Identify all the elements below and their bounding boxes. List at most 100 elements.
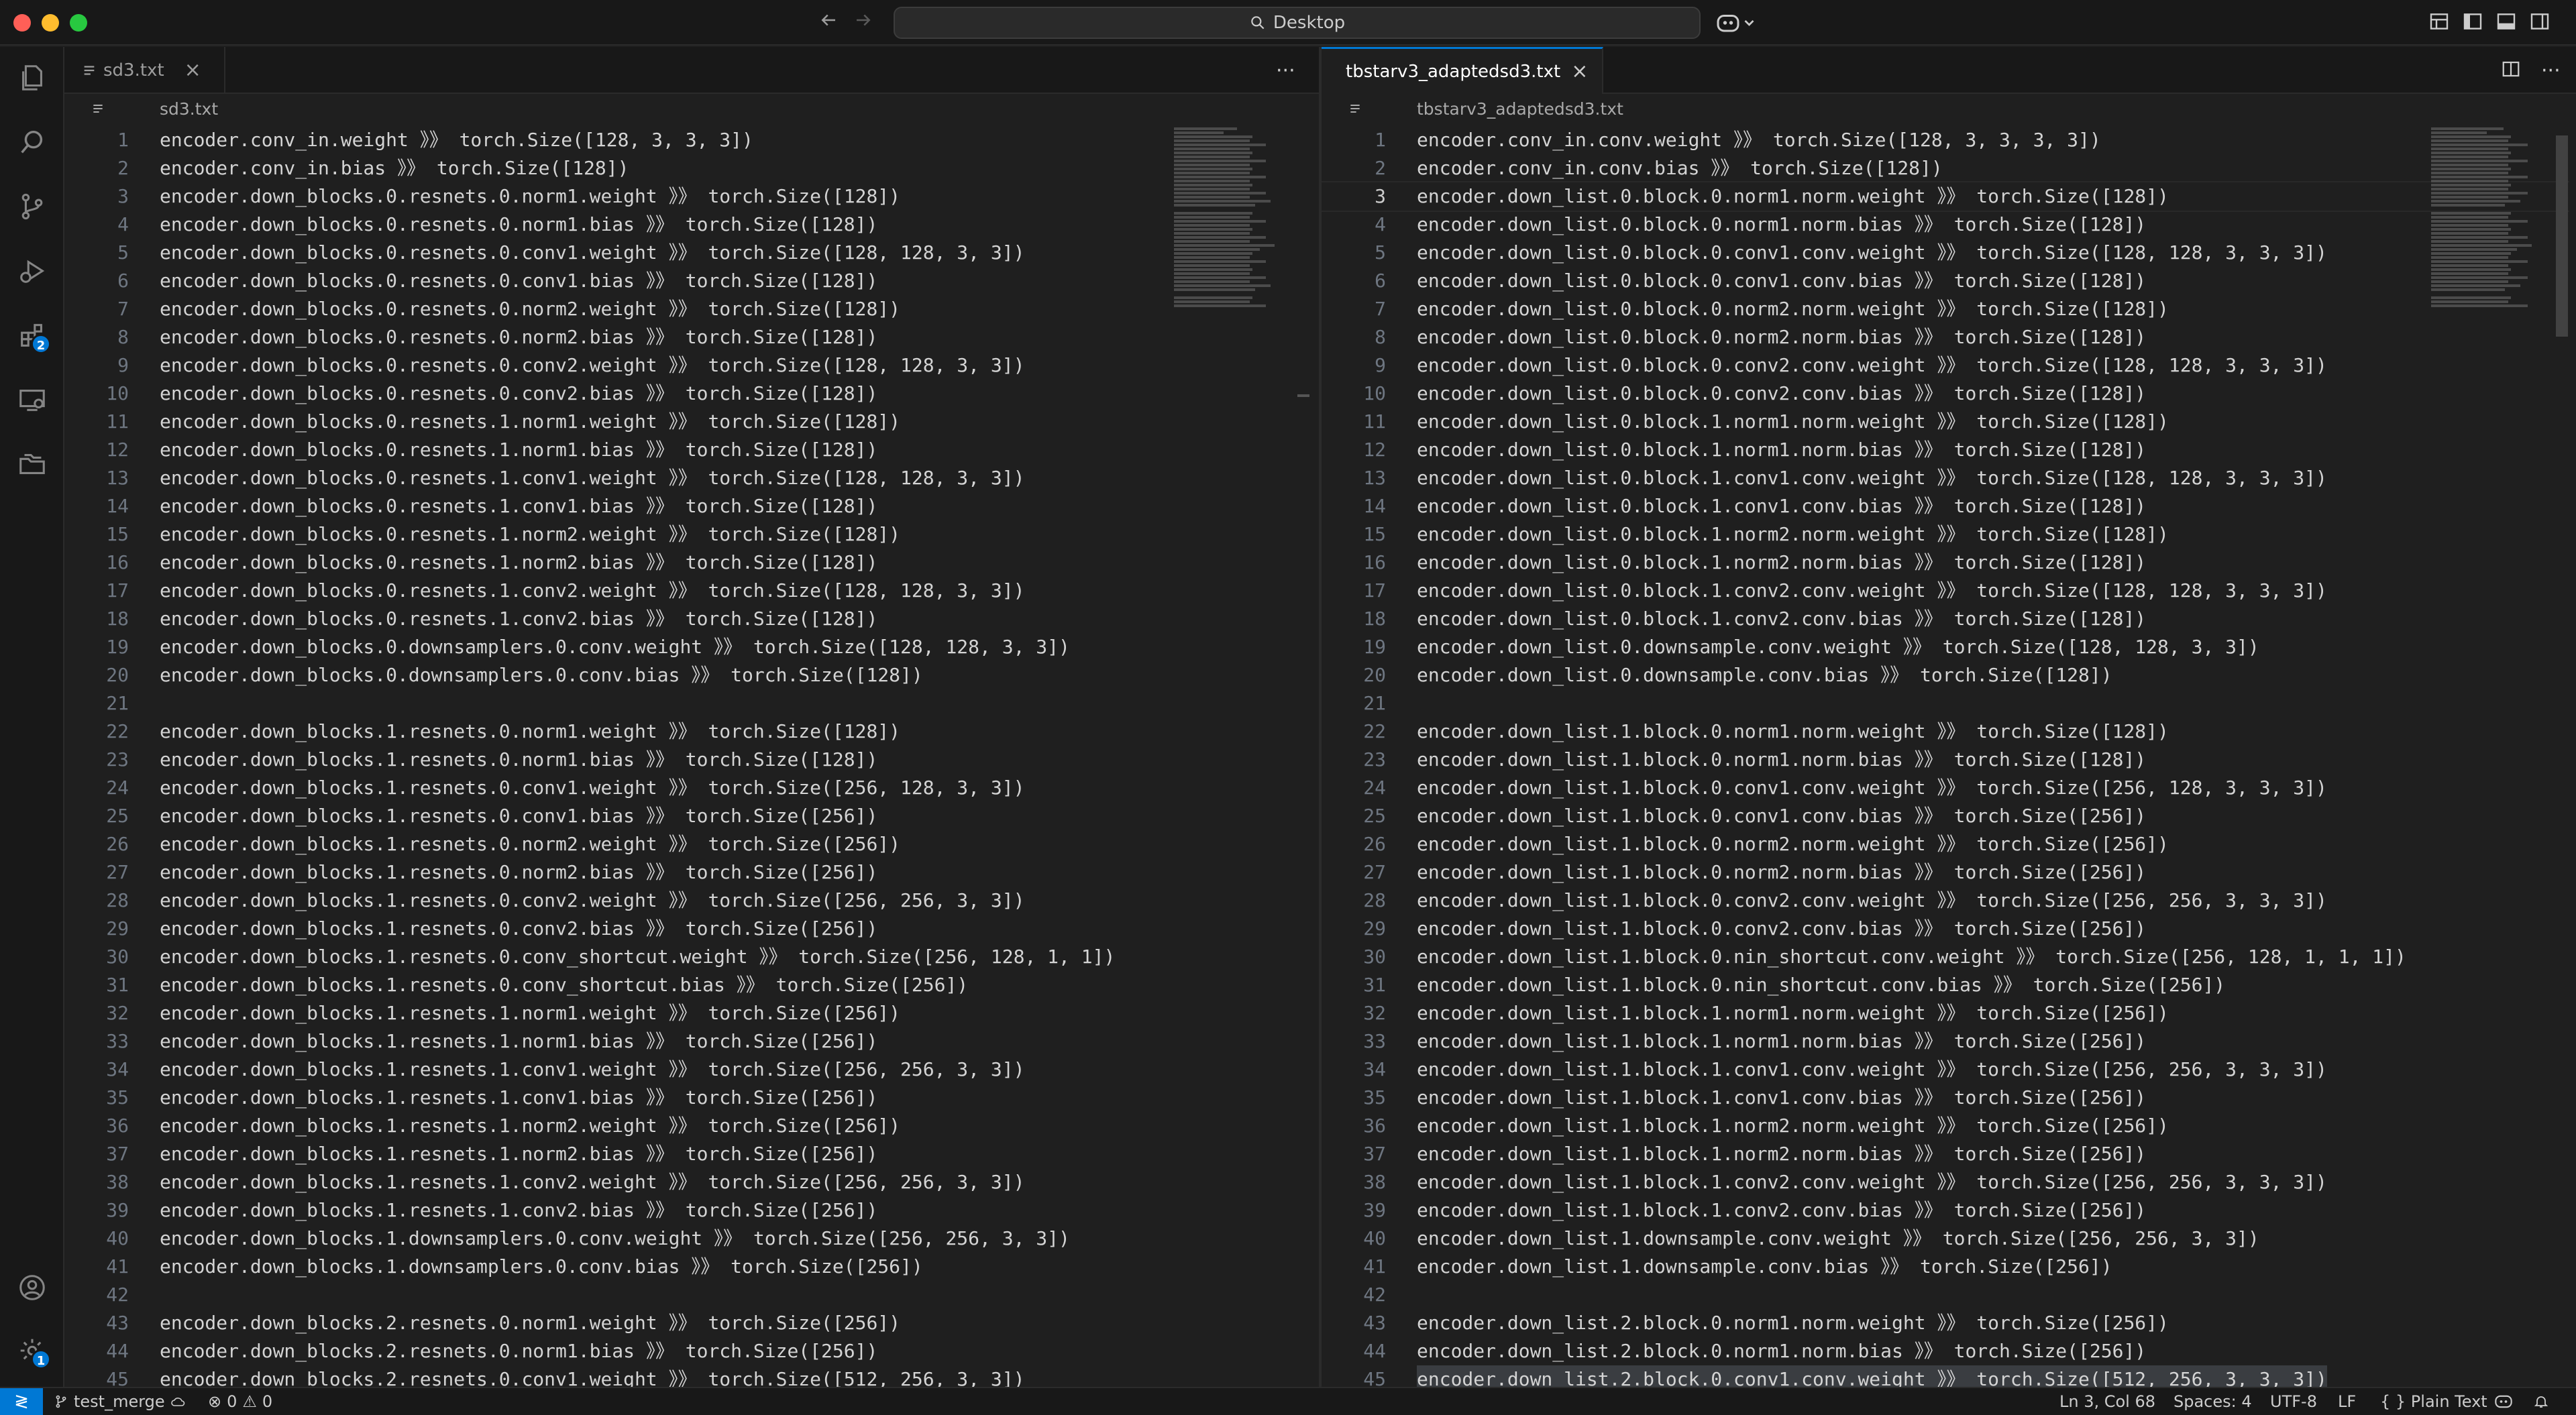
code-line[interactable]: 35 encoder.down_list.1.block.1.conv1.conv…	[1322, 1084, 2569, 1112]
code-line[interactable]: 15 encoder.down_list.0.block.1.norm2.norm…	[1322, 520, 2569, 549]
code-line[interactable]: 15 encoder.down_blocks.0.resnets.1.norm2.…	[64, 520, 1312, 549]
code-line[interactable]: 30 encoder.down_blocks.1.resnets.0.conv_s…	[64, 943, 1312, 971]
code-line[interactable]: 3 encoder.down_list.0.block.0.norm1.norm.…	[1322, 181, 2569, 212]
minimap-left[interactable]	[1174, 126, 1288, 1387]
code-line[interactable]: 7 encoder.down_list.0.block.0.norm2.norm.…	[1322, 295, 2569, 323]
code-line[interactable]: 42	[64, 1281, 1312, 1309]
code-line[interactable]: 30 encoder.down_list.1.block.0.nin_shortc…	[1322, 943, 2569, 971]
code-line[interactable]: 7 encoder.down_blocks.0.resnets.0.norm2.w…	[64, 295, 1312, 323]
code-line[interactable]: 19 encoder.down_list.0.downsample.conv.we…	[1322, 633, 2569, 661]
branch-indicator[interactable]: test_merge	[54, 1388, 186, 1415]
code-line[interactable]: 14 encoder.down_blocks.0.resnets.1.conv1.…	[64, 492, 1312, 520]
code-line[interactable]: 9 encoder.down_blocks.0.resnets.0.conv2.w…	[64, 351, 1312, 380]
customize-layout-button[interactable]	[2428, 11, 2453, 35]
go-forward-button[interactable]	[849, 9, 878, 36]
code-line[interactable]: 40 encoder.down_list.1.downsample.conv.we…	[1322, 1225, 2569, 1253]
tab-close-button[interactable]: ×	[184, 60, 201, 80]
code-line[interactable]: 12 encoder.down_blocks.0.resnets.1.norm1.…	[64, 436, 1312, 464]
code-line[interactable]: 14 encoder.down_list.0.block.1.conv1.conv…	[1322, 492, 2569, 520]
code-line[interactable]: 43 encoder.down_list.2.block.0.norm1.norm…	[1322, 1309, 2569, 1337]
toggle-secondary-sidebar-button[interactable]	[2529, 11, 2553, 35]
code-line[interactable]: 20 encoder.down_blocks.0.downsamplers.0.c…	[64, 661, 1312, 689]
code-line[interactable]: 44 encoder.down_list.2.block.0.norm1.norm…	[1322, 1337, 2569, 1365]
manage-button[interactable]: 1	[9, 1328, 55, 1373]
eol-selector[interactable]: LF	[2338, 1388, 2356, 1415]
tab-sd3[interactable]: sd3.txt ×	[64, 47, 225, 94]
code-line[interactable]: 40 encoder.down_blocks.1.downsamplers.0.c…	[64, 1225, 1312, 1253]
scrollbar-right[interactable]	[2553, 126, 2571, 1387]
code-line[interactable]: 42	[1322, 1281, 2569, 1309]
code-line[interactable]: 1 encoder.conv_in.weight 》》 torch.Size([1…	[64, 126, 1312, 154]
code-line[interactable]: 28 encoder.down_blocks.1.resnets.0.conv2.…	[64, 887, 1312, 915]
copilot-status-button[interactable]	[2494, 1388, 2513, 1415]
split-editor-button[interactable]	[2501, 59, 2521, 84]
close-window-button[interactable]	[13, 14, 31, 32]
copilot-button[interactable]	[1716, 11, 1756, 35]
run-debug-button[interactable]	[9, 248, 55, 294]
code-line[interactable]: 34 encoder.down_list.1.block.1.conv1.conv…	[1322, 1056, 2569, 1084]
code-line[interactable]: 16 encoder.down_list.0.block.1.norm2.norm…	[1322, 549, 2569, 577]
code-line[interactable]: 36 encoder.down_blocks.1.resnets.1.norm2.…	[64, 1112, 1312, 1140]
code-line[interactable]: 37 encoder.down_blocks.1.resnets.1.norm2.…	[64, 1140, 1312, 1168]
accounts-button[interactable]	[9, 1265, 55, 1310]
scrollbar-left[interactable]	[1295, 126, 1312, 1387]
cursor-position[interactable]: Ln 3, Col 68	[2059, 1388, 2155, 1415]
code-line[interactable]: 6 encoder.down_blocks.0.resnets.0.conv1.b…	[64, 267, 1312, 295]
code-line[interactable]: 24 encoder.down_blocks.1.resnets.0.conv1.…	[64, 774, 1312, 802]
toggle-panel-button[interactable]	[2496, 11, 2520, 35]
code-line[interactable]: 11 encoder.down_blocks.0.resnets.1.norm1.…	[64, 408, 1312, 436]
code-line[interactable]: 27 encoder.down_blocks.1.resnets.0.norm2.…	[64, 858, 1312, 887]
language-mode-selector[interactable]: { } Plain Text	[2380, 1388, 2487, 1415]
code-line[interactable]: 18 encoder.down_list.0.block.1.conv2.conv…	[1322, 605, 2569, 633]
code-line[interactable]: 18 encoder.down_blocks.0.resnets.1.conv2.…	[64, 605, 1312, 633]
explorer-button[interactable]	[9, 55, 55, 101]
code-line[interactable]: 31 encoder.down_list.1.block.0.nin_shortc…	[1322, 971, 2569, 999]
code-line[interactable]: 10 encoder.down_blocks.0.resnets.0.conv2.…	[64, 380, 1312, 408]
code-line[interactable]: 13 encoder.down_list.0.block.1.conv1.conv…	[1322, 464, 2569, 492]
command-center-search[interactable]: Desktop	[894, 7, 1701, 39]
scroll-thumb[interactable]	[2556, 135, 2568, 337]
encoding-selector[interactable]: UTF-8	[2270, 1388, 2317, 1415]
code-line[interactable]: 9 encoder.down_list.0.block.0.conv2.conv.…	[1322, 351, 2569, 380]
code-line[interactable]: 27 encoder.down_list.1.block.0.norm2.norm…	[1322, 858, 2569, 887]
folders-button[interactable]	[9, 441, 55, 487]
code-line[interactable]: 17 encoder.down_blocks.0.resnets.1.conv2.…	[64, 577, 1312, 605]
remote-indicator-button[interactable]: ≷	[0, 1388, 43, 1415]
code-line[interactable]: 5 encoder.down_list.0.block.0.conv1.conv.…	[1322, 239, 2569, 267]
code-line[interactable]: 22 encoder.down_blocks.1.resnets.0.norm1.…	[64, 718, 1312, 746]
code-line[interactable]: 39 encoder.down_blocks.1.resnets.1.conv2.…	[64, 1196, 1312, 1225]
code-line[interactable]: 20 encoder.down_list.0.downsample.conv.bi…	[1322, 661, 2569, 689]
code-line[interactable]: 39 encoder.down_list.1.block.1.conv2.conv…	[1322, 1196, 2569, 1225]
tab-tbstarv3-adaptedsd3[interactable]: tbstarv3_adaptedsd3.txt ×	[1322, 47, 1603, 94]
code-line[interactable]: 41 encoder.down_blocks.1.downsamplers.0.c…	[64, 1253, 1312, 1281]
code-line[interactable]: 16 encoder.down_blocks.0.resnets.1.norm2.…	[64, 549, 1312, 577]
code-line[interactable]: 34 encoder.down_blocks.1.resnets.1.conv1.…	[64, 1056, 1312, 1084]
code-line[interactable]: 45 encoder.down_blocks.2.resnets.0.conv1.…	[64, 1365, 1312, 1387]
code-line[interactable]: 41 encoder.down_list.1.downsample.conv.bi…	[1322, 1253, 2569, 1281]
code-editor-left[interactable]: 1 encoder.conv_in.weight 》》 torch.Size([1…	[64, 126, 1312, 1387]
code-line[interactable]: 25 encoder.down_blocks.1.resnets.0.conv1.…	[64, 802, 1312, 830]
code-line[interactable]: 2 encoder.conv_in.bias 》》 torch.Size([128…	[64, 154, 1312, 182]
code-line[interactable]: 44 encoder.down_blocks.2.resnets.0.norm1.…	[64, 1337, 1312, 1365]
code-line[interactable]: 32 encoder.down_list.1.block.1.norm1.norm…	[1322, 999, 2569, 1027]
code-line[interactable]: 12 encoder.down_list.0.block.1.norm1.norm…	[1322, 436, 2569, 464]
code-line[interactable]: 24 encoder.down_list.1.block.0.conv1.conv…	[1322, 774, 2569, 802]
minimap-right[interactable]	[2431, 126, 2545, 1387]
code-line[interactable]: 28 encoder.down_list.1.block.0.conv2.conv…	[1322, 887, 2569, 915]
code-line[interactable]: 26 encoder.down_blocks.1.resnets.0.norm2.…	[64, 830, 1312, 858]
code-line[interactable]: 11 encoder.down_list.0.block.1.norm1.norm…	[1322, 408, 2569, 436]
go-back-button[interactable]	[814, 9, 843, 36]
code-line[interactable]: 23 encoder.down_blocks.1.resnets.0.norm1.…	[64, 746, 1312, 774]
code-line[interactable]: 31 encoder.down_blocks.1.resnets.0.conv_s…	[64, 971, 1312, 999]
tab-close-button[interactable]: ×	[1571, 61, 1588, 82]
code-line[interactable]: 4 encoder.down_list.0.block.0.norm1.norm.…	[1322, 211, 2569, 239]
code-line[interactable]: 19 encoder.down_blocks.0.downsamplers.0.c…	[64, 633, 1312, 661]
code-line[interactable]: 10 encoder.down_list.0.block.0.conv2.conv…	[1322, 380, 2569, 408]
code-line[interactable]: 21	[64, 689, 1312, 718]
code-line[interactable]: 43 encoder.down_blocks.2.resnets.0.norm1.…	[64, 1309, 1312, 1337]
code-line[interactable]: 33 encoder.down_list.1.block.1.norm1.norm…	[1322, 1027, 2569, 1056]
search-view-button[interactable]	[9, 119, 55, 165]
code-line[interactable]: 38 encoder.down_blocks.1.resnets.1.conv2.…	[64, 1168, 1312, 1196]
code-line[interactable]: 32 encoder.down_blocks.1.resnets.1.norm1.…	[64, 999, 1312, 1027]
code-line[interactable]: 2 encoder.conv_in.conv.bias 》》 torch.Size…	[1322, 154, 2569, 182]
